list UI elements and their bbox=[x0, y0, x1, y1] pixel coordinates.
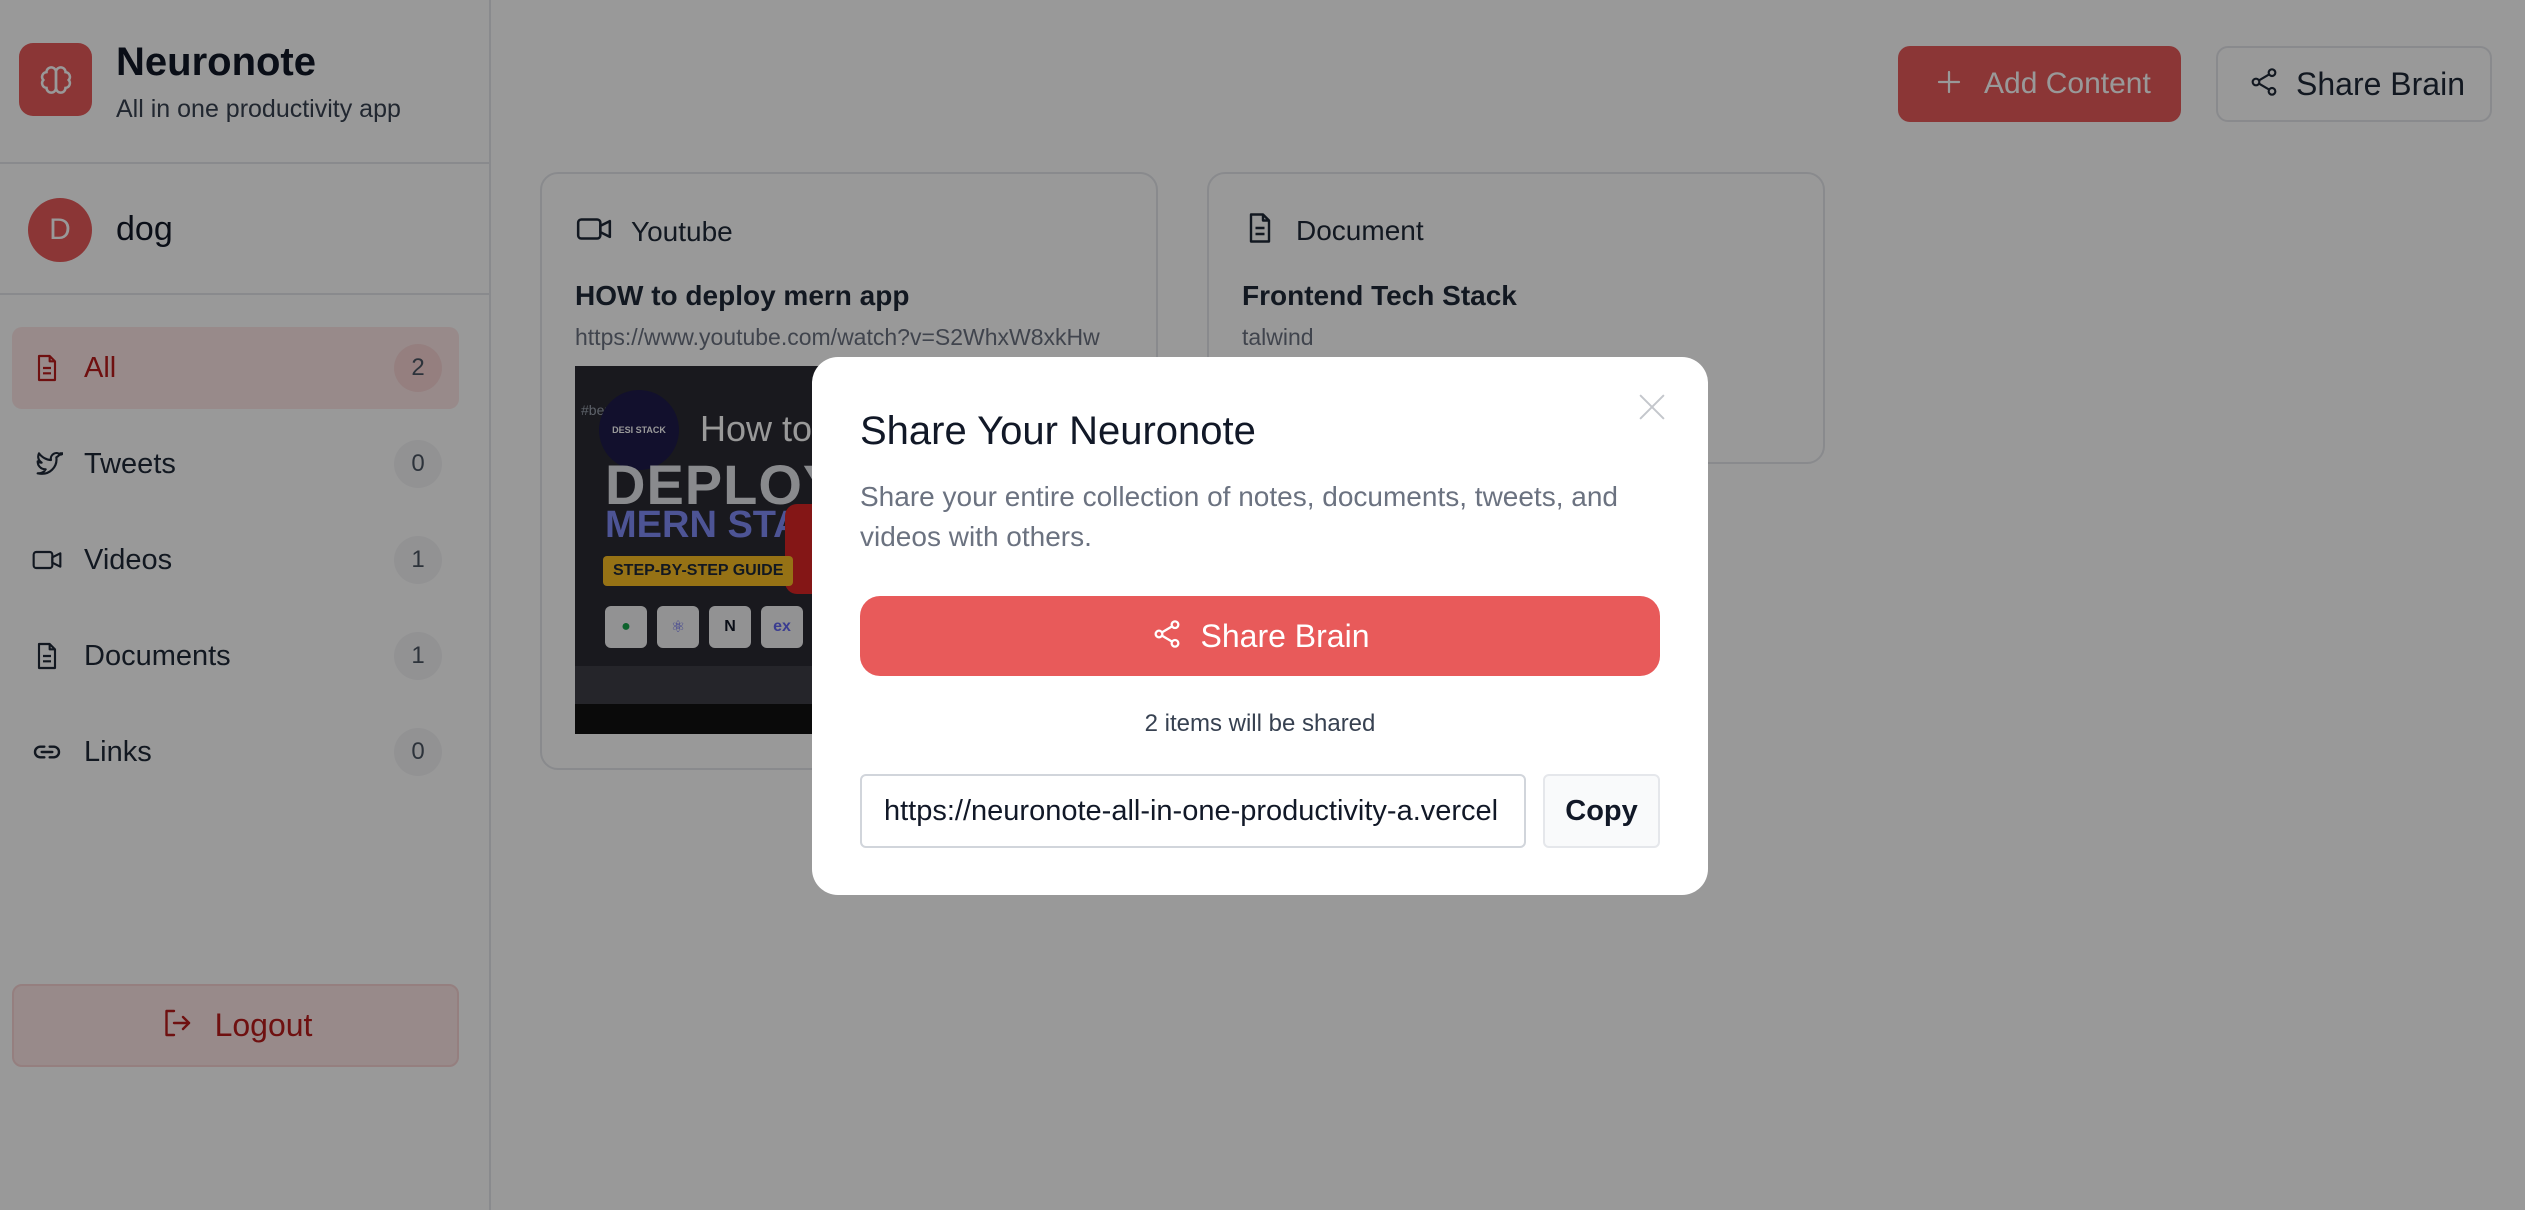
share-brain-confirm-button[interactable]: Share Brain bbox=[860, 596, 1660, 676]
share-icon bbox=[1151, 618, 1183, 655]
modal-title: Share Your Neuronote bbox=[860, 409, 1256, 453]
copy-button[interactable]: Copy bbox=[1543, 774, 1660, 848]
close-icon[interactable] bbox=[1634, 389, 1670, 425]
modal-description: Share your entire collection of notes, d… bbox=[860, 481, 1618, 552]
share-modal: Share Your Neuronote Share your entire c… bbox=[812, 357, 1708, 895]
share-brain-label: Share Brain bbox=[1200, 617, 1370, 654]
shared-items-count: 2 items will be shared bbox=[1144, 710, 1376, 737]
share-link-input[interactable] bbox=[860, 774, 1526, 848]
